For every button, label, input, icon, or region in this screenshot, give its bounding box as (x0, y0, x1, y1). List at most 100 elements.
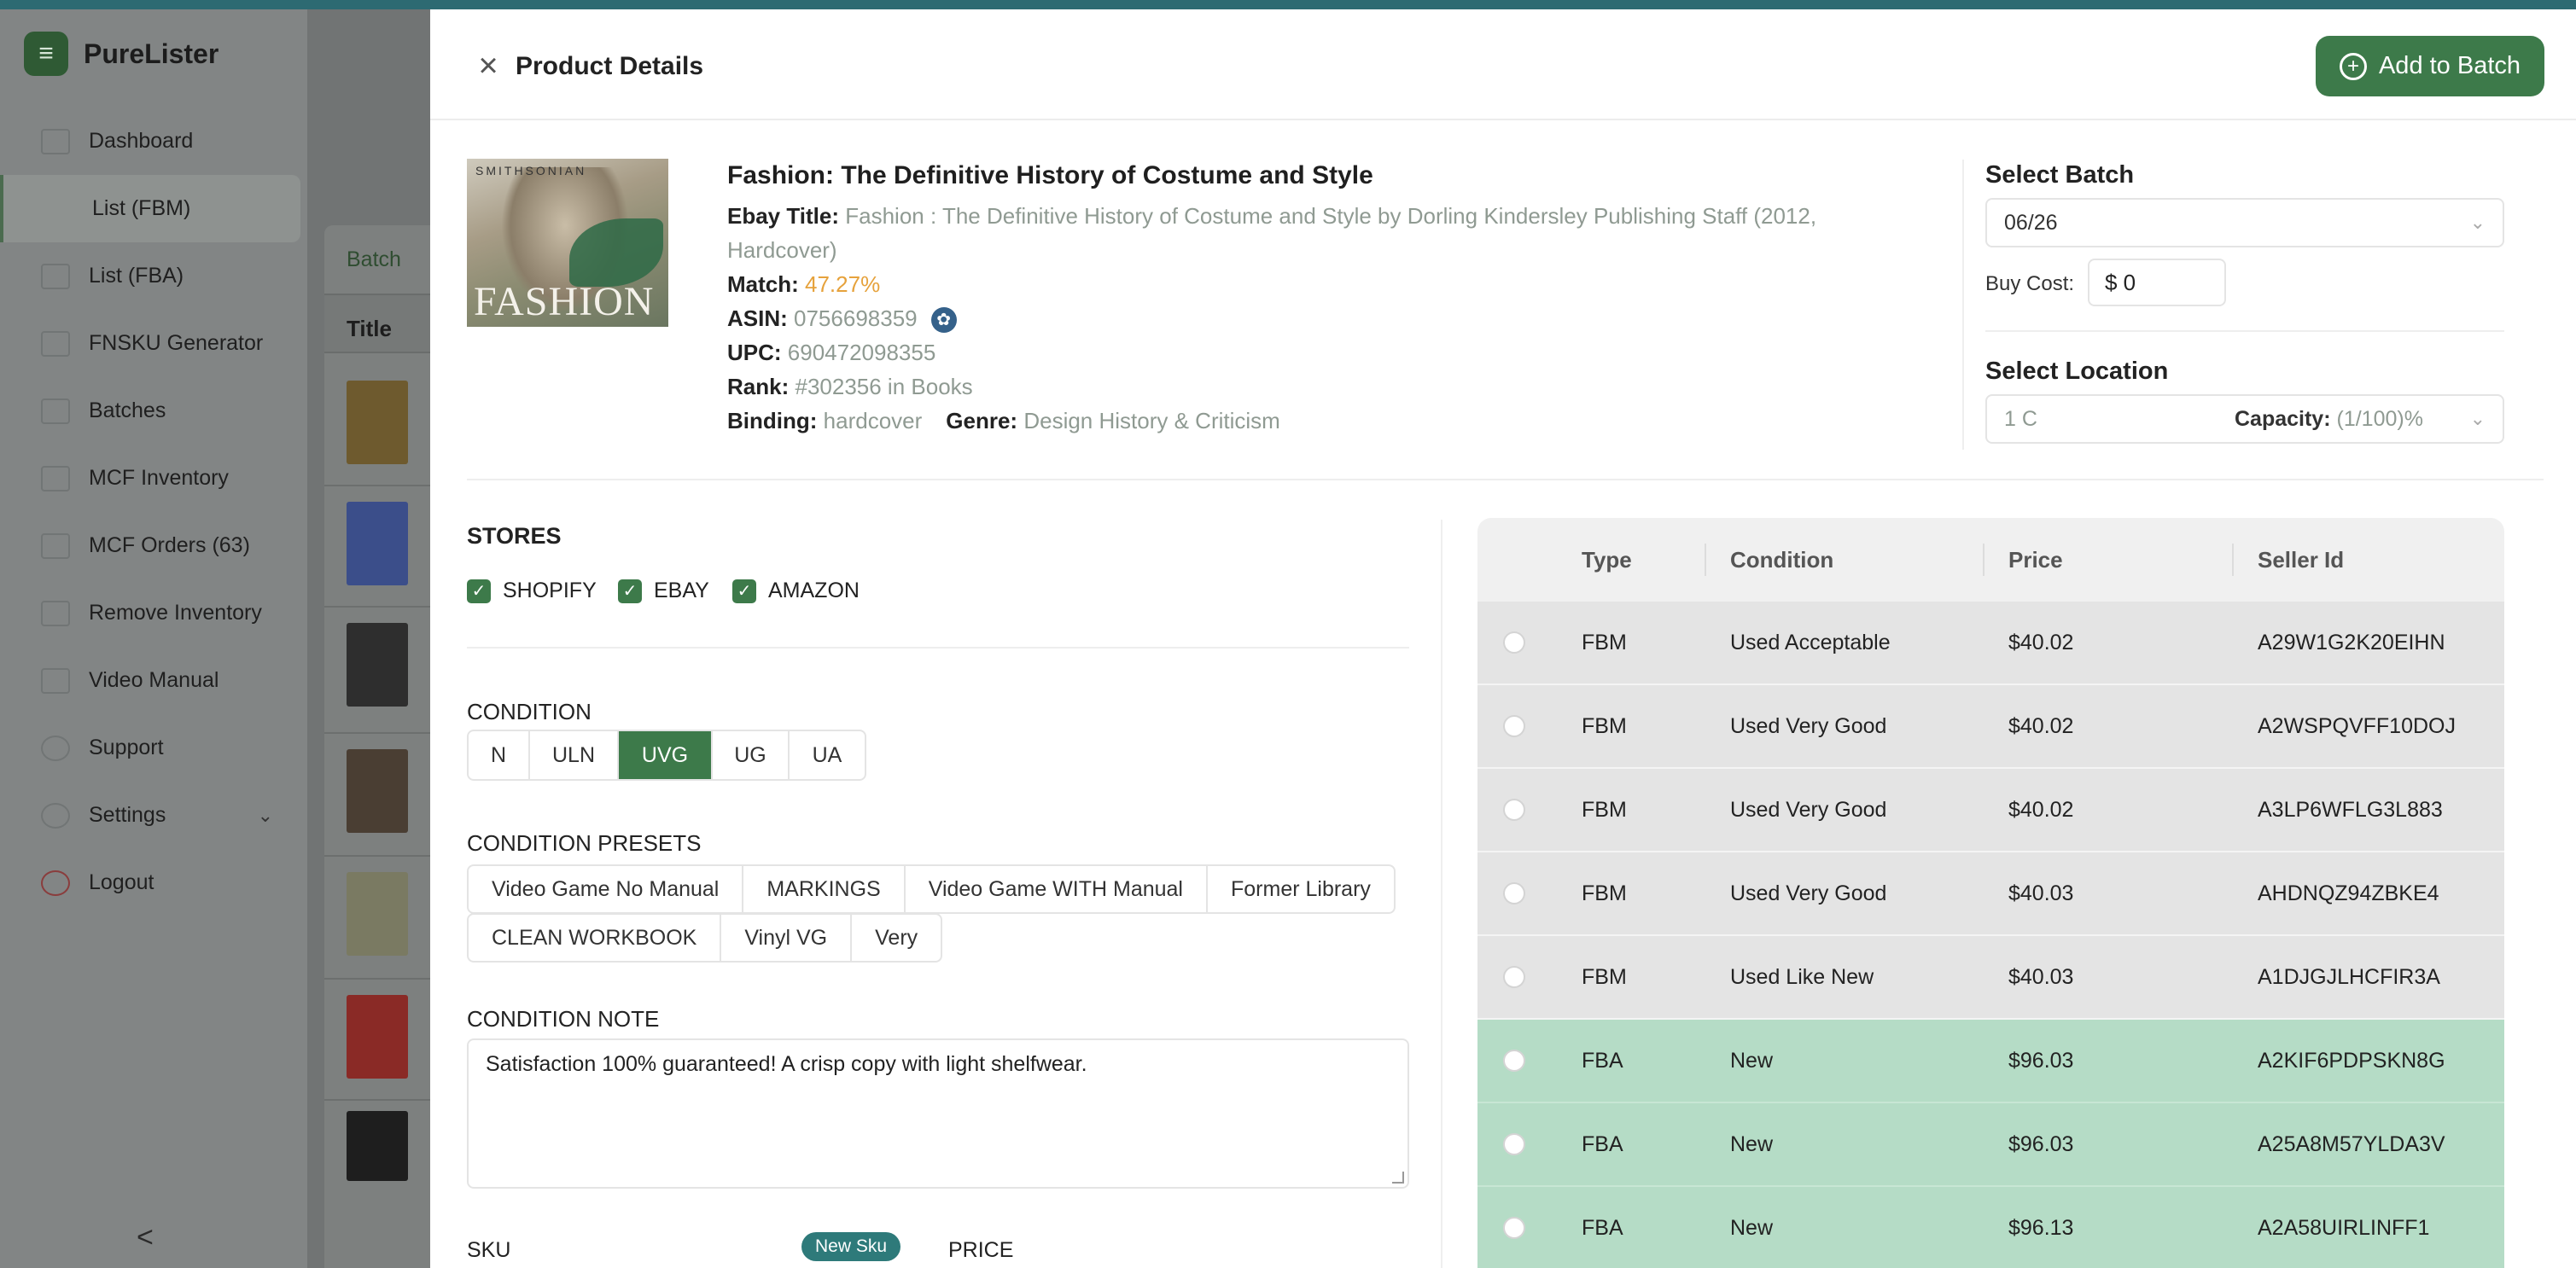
table-row[interactable]: FBA New $96.03 A25A8M57YLDA3V (1477, 1103, 2504, 1187)
preset-chip[interactable]: MARKINGS (742, 864, 906, 914)
resize-handle-icon[interactable] (1392, 1172, 1404, 1184)
table-row[interactable]: FBM Used Like New $40.03 A1DJGJLHCFIR3A (1477, 936, 2504, 1020)
checkbox-checked-icon: ✓ (618, 579, 642, 603)
sidebar-item-mcf-orders[interactable]: MCF Orders (63) (0, 512, 307, 579)
preset-chip[interactable]: Video Game WITH Manual (903, 864, 1208, 914)
condition-option-n[interactable]: N (469, 731, 530, 779)
row-radio[interactable] (1503, 1217, 1525, 1239)
cell-price: $96.13 (2008, 1215, 2074, 1240)
table-row[interactable]: FBM Used Very Good $40.03 AHDNQZ94ZBKE4 (1477, 852, 2504, 936)
row-radio[interactable] (1503, 1050, 1525, 1072)
gear-icon (41, 802, 70, 829)
logout-icon (41, 870, 70, 896)
store-checkbox-shopify[interactable]: ✓ SHOPIFY (467, 579, 597, 603)
sidebar-item-mcf-inventory[interactable]: MCF Inventory (0, 445, 307, 512)
buy-cost-input[interactable]: $ 0 (2088, 259, 2226, 306)
modal-title: Product Details (516, 52, 704, 80)
batches-icon (41, 398, 70, 424)
condition-option-uln[interactable]: ULN (530, 731, 619, 779)
sidebar-item-fnsku-generator[interactable]: FNSKU Generator (0, 310, 307, 377)
new-sku-badge[interactable]: New Sku (801, 1232, 901, 1261)
location-select[interactable]: 1 C Capacity: (1/100)% ⌄ (1985, 394, 2504, 444)
condition-option-uvg[interactable]: UVG (619, 731, 713, 779)
row-radio[interactable] (1503, 799, 1525, 821)
upc-value: 690472098355 (787, 340, 936, 365)
table-row[interactable]: FBA New $96.03 A2KIF6PDPSKN8G (1477, 1020, 2504, 1103)
preset-chip[interactable]: Former Library (1206, 864, 1396, 914)
condition-option-ug[interactable]: UG (713, 731, 790, 779)
sidebar-item-remove-inventory[interactable]: Remove Inventory (0, 579, 307, 647)
cell-seller-id: A25A8M57YLDA3V (2258, 1131, 2445, 1156)
store-label: EBAY (654, 579, 709, 602)
sidebar-item-dashboard[interactable]: Dashboard (0, 108, 307, 175)
sidebar-item-batches[interactable]: Batches (0, 377, 307, 445)
select-batch-heading: Select Batch (1985, 161, 2135, 189)
condition-note-text: Satisfaction 100% guaranteed! A crisp co… (486, 1052, 1087, 1076)
cell-condition: Used Acceptable (1730, 630, 1891, 654)
stores-heading: STORES (467, 523, 562, 549)
rank-line: Rank: #302356 in Books (727, 369, 1922, 404)
sidebar-item-label: MCF Orders (63) (89, 533, 250, 557)
table-row[interactable]: FBM Used Acceptable $40.02 A29W1G2K20EIHN (1477, 602, 2504, 685)
stores-divider (467, 647, 1409, 649)
cell-seller-id: A2A58UIRLINFF1 (2258, 1215, 2430, 1240)
product-details-modal: × Product Details + Add to Batch SMITHSO… (430, 9, 2576, 1268)
ebay-title-value: Fashion : The Definitive History of Cost… (727, 203, 1817, 263)
checkbox-checked-icon: ✓ (467, 579, 491, 603)
condition-presets-row-1: Video Game No Manual MARKINGS Video Game… (467, 864, 1396, 914)
close-icon[interactable]: × (471, 49, 505, 84)
table-row[interactable]: FBM Used Very Good $40.02 A3LP6WFLG3L883 (1477, 769, 2504, 852)
background-thumbnail (347, 502, 408, 585)
add-to-batch-button[interactable]: + Add to Batch (2316, 36, 2544, 96)
cell-price: $40.03 (2008, 964, 2074, 989)
condition-note-heading: CONDITION NOTE (467, 1006, 660, 1032)
preset-chip[interactable]: Very (850, 913, 943, 963)
store-checkbox-ebay[interactable]: ✓ EBAY (618, 579, 709, 603)
row-radio[interactable] (1503, 966, 1525, 988)
column-separator (1983, 544, 1984, 576)
row-radio[interactable] (1503, 715, 1525, 737)
store-checkbox-amazon[interactable]: ✓ AMAZON (732, 579, 860, 603)
cell-type: FBA (1582, 1048, 1623, 1073)
column-header-condition: Condition (1730, 546, 1834, 573)
preset-chip[interactable]: Vinyl VG (720, 913, 853, 963)
preset-chip[interactable]: Video Game No Manual (467, 864, 744, 914)
row-radio[interactable] (1503, 631, 1525, 654)
batch-select[interactable]: 06/26 ⌄ (1985, 198, 2504, 247)
sidebar-item-settings[interactable]: Settings ⌄ (0, 782, 307, 849)
sidebar-item-label: List (FBM) (92, 196, 191, 220)
sidebar-item-video-manual[interactable]: Video Manual (0, 647, 307, 714)
condition-note-textarea[interactable]: Satisfaction 100% guaranteed! A crisp co… (467, 1038, 1409, 1189)
video-icon (41, 667, 70, 694)
cell-condition: New (1730, 1215, 1774, 1240)
cell-type: FBA (1582, 1131, 1623, 1156)
chevron-down-icon: ⌄ (2469, 212, 2486, 233)
table-row[interactable]: FBM Used Very Good $40.02 A2WSPQVFF10DOJ (1477, 685, 2504, 769)
table-row[interactable]: FBA New $96.13 A2A58UIRLINFF1 (1477, 1187, 2504, 1268)
sidebar-item-support[interactable]: Support (0, 714, 307, 782)
binding-genre-line: Binding: hardcover Genre: Design History … (727, 404, 1922, 438)
list-icon (41, 263, 70, 289)
store-label: SHOPIFY (503, 579, 597, 602)
capacity-text: Capacity: (1/100)% (2235, 407, 2423, 432)
cell-type: FBM (1582, 797, 1627, 822)
binding-label: Binding: (727, 408, 818, 433)
sidebar-item-label: Batches (89, 398, 166, 422)
preset-chip[interactable]: CLEAN WORKBOOK (467, 913, 722, 963)
upc-label: UPC: (727, 340, 782, 365)
sidebar-item-label: Logout (89, 870, 154, 894)
background-tab-batch[interactable]: Batch (347, 247, 401, 272)
collapse-sidebar-icon[interactable]: < (137, 1221, 154, 1254)
row-radio[interactable] (1503, 1133, 1525, 1155)
background-thumbnail (347, 623, 408, 707)
background-thumbnail (347, 1111, 408, 1181)
sidebar-item-list-fbm[interactable]: List (FBM) (0, 175, 300, 242)
sidebar-item-list-fba[interactable]: List (FBA) (0, 242, 307, 310)
row-radio[interactable] (1503, 882, 1525, 904)
sidebar-item-logout[interactable]: Logout (0, 849, 307, 916)
keepa-icon[interactable]: ✿ (930, 307, 957, 334)
chevron-down-icon: ⌄ (257, 804, 273, 826)
condition-segmented-control: N ULN UVG UG UA (467, 730, 866, 781)
genre-value: Design History & Criticism (1023, 408, 1280, 433)
condition-option-ua[interactable]: UA (790, 731, 865, 779)
